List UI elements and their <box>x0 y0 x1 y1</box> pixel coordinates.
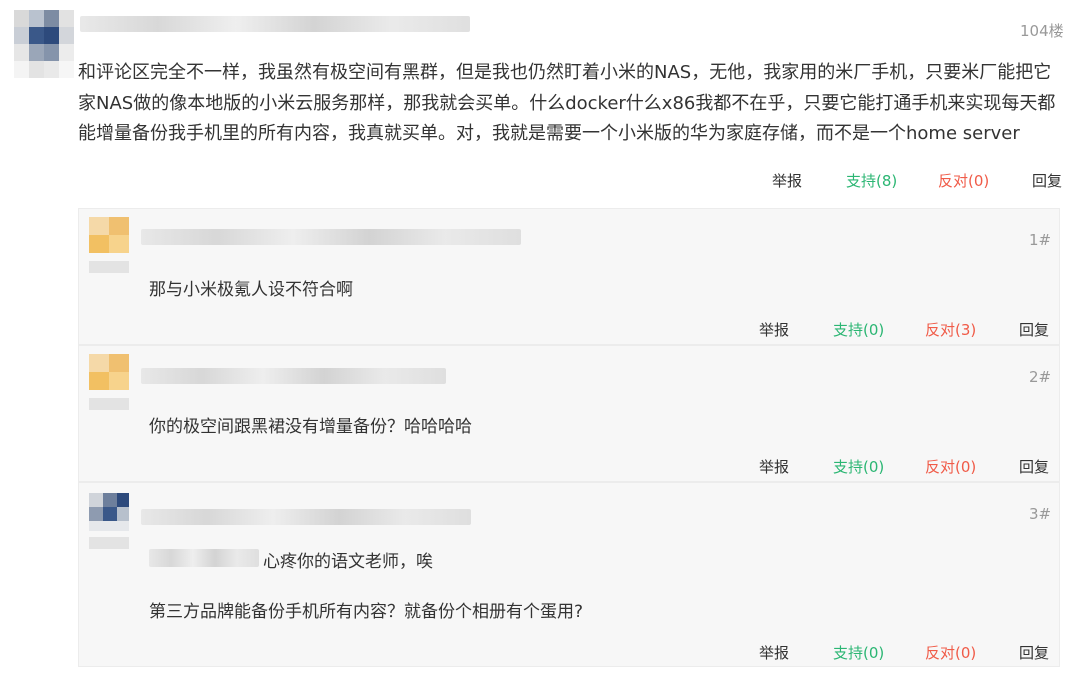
username-blurred <box>141 509 471 525</box>
floor-number: 104楼 <box>1020 22 1064 40</box>
against-button[interactable]: 反对(3) <box>925 319 976 340</box>
reply-item: 3# 心疼你的语文老师，唉 第三方品牌能备份手机所有内容？就备份个相册有个蛋用?… <box>78 482 1060 667</box>
reply-button[interactable]: 回复 <box>1032 170 1062 191</box>
quote-content: 心疼你的语文老师，唉 <box>263 552 433 572</box>
reply-avatar[interactable] <box>89 493 129 555</box>
reply-button[interactable]: 回复 <box>1019 319 1049 340</box>
reply-button[interactable]: 回复 <box>1019 456 1049 477</box>
reply-content: 第三方品牌能备份手机所有内容？就备份个相册有个蛋用? <box>149 602 584 622</box>
floor-number: 1# <box>1029 231 1052 249</box>
reply-content: 那与小米极氪人设不符合啊 <box>149 280 353 300</box>
username-blurred <box>141 229 521 245</box>
reply-item: 2# 你的极空间跟黑裙没有增量备份？哈哈哈哈 举报 支持(0) 反对(0) 回复 <box>78 345 1060 482</box>
username-blurred <box>80 16 470 32</box>
against-button[interactable]: 反对(0) <box>938 170 989 191</box>
floor-number: 2# <box>1029 368 1052 386</box>
report-button[interactable]: 举报 <box>759 642 789 663</box>
report-button[interactable]: 举报 <box>772 170 802 191</box>
support-button[interactable]: 支持(0) <box>833 319 884 340</box>
post-content: 和评论区完全不一样，我虽然有极空间有黑群，但是我也仍然盯着小米的NAS，无他，我… <box>78 62 1056 144</box>
reply-button[interactable]: 回复 <box>1019 642 1049 663</box>
support-button[interactable]: 支持(8) <box>846 170 897 191</box>
username-blurred <box>141 368 446 384</box>
reply-avatar[interactable] <box>89 354 129 416</box>
support-button[interactable]: 支持(0) <box>833 456 884 477</box>
user-avatar[interactable] <box>14 10 74 78</box>
reply-content: 你的极空间跟黑裙没有增量备份？哈哈哈哈 <box>149 417 472 437</box>
reply-item: 1# 那与小米极氪人设不符合啊 举报 支持(0) 反对(3) 回复 <box>78 208 1060 345</box>
quote-username-blurred <box>149 549 259 567</box>
floor-number: 3# <box>1029 505 1052 523</box>
reply-avatar[interactable] <box>89 217 129 279</box>
against-button[interactable]: 反对(0) <box>925 642 976 663</box>
report-button[interactable]: 举报 <box>759 319 789 340</box>
report-button[interactable]: 举报 <box>759 456 789 477</box>
support-button[interactable]: 支持(0) <box>833 642 884 663</box>
against-button[interactable]: 反对(0) <box>925 456 976 477</box>
